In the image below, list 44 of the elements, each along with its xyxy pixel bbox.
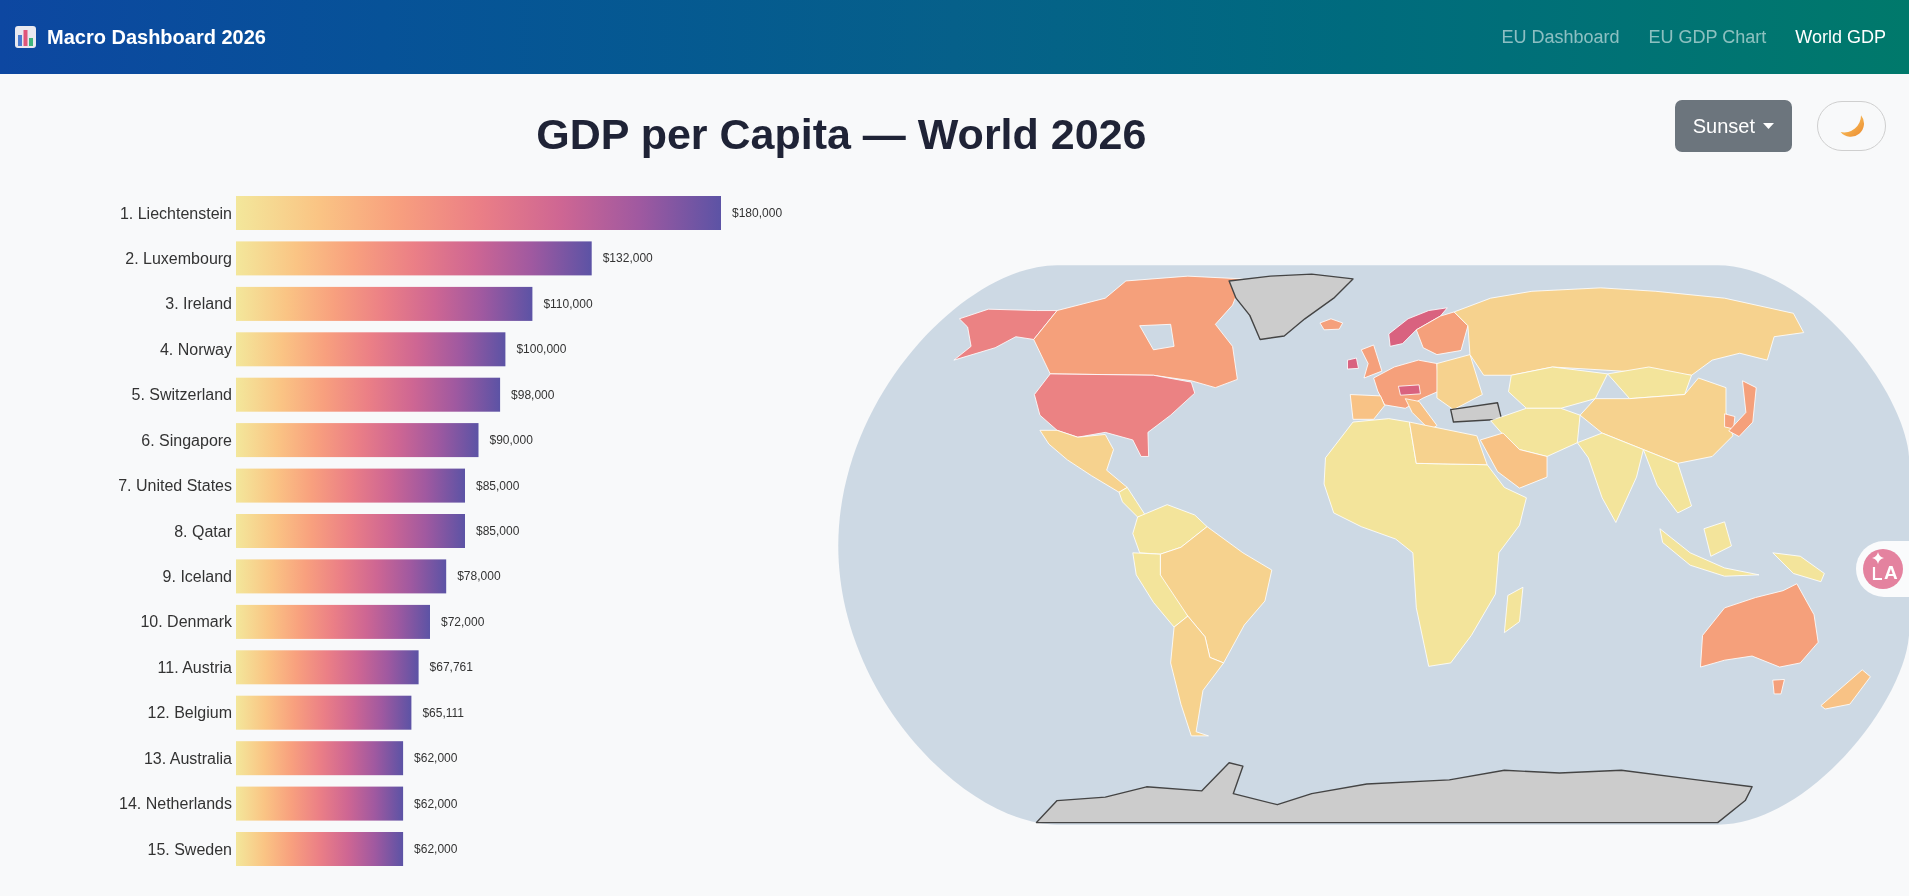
value-label: $72,000 xyxy=(441,614,485,629)
category-label: 5. Switzerland xyxy=(131,386,232,404)
bar-chart-icon xyxy=(15,26,36,48)
caret-icon xyxy=(1763,123,1774,129)
value-label: $62,000 xyxy=(414,751,458,766)
value-label: $132,000 xyxy=(602,251,653,266)
value-label: $85,000 xyxy=(476,524,520,538)
value-label: $98,000 xyxy=(511,387,555,402)
theme-toggle-button[interactable] xyxy=(1817,101,1886,151)
translate-button[interactable]: A xyxy=(1863,549,1903,589)
value-label: $78,000 xyxy=(457,569,501,584)
value-label: $180,000 xyxy=(732,206,783,220)
value-label: $62,000 xyxy=(414,842,458,856)
category-label: 7. United States xyxy=(118,477,232,495)
value-label: $110,000 xyxy=(543,296,593,311)
category-label: 2. Luxembourg xyxy=(125,249,232,267)
value-label: $62,000 xyxy=(414,796,458,811)
country-shape xyxy=(1388,307,1448,347)
brand-title[interactable]: Macro Dashboard 2026 xyxy=(47,22,266,52)
category-label: 11. Austria xyxy=(157,658,232,676)
sparkle-icon xyxy=(1872,552,1884,580)
country-shape xyxy=(1772,679,1785,695)
palette-dropdown[interactable]: Sunset xyxy=(1674,100,1792,152)
value-label: $67,761 xyxy=(429,660,473,675)
value-label: $85,000 xyxy=(476,478,520,493)
category-label: 1. Liechtenstein xyxy=(119,204,232,222)
category-label: 6. Singapore xyxy=(141,431,232,449)
nav-link[interactable]: EU GDP Chart xyxy=(1648,23,1767,51)
moon-icon xyxy=(1838,114,1865,138)
category-label: 9. Iceland xyxy=(162,567,232,585)
value-label: $90,000 xyxy=(489,433,533,448)
category-label: 13. Australia xyxy=(143,749,232,767)
value-label: $100,000 xyxy=(516,342,567,357)
nav-link[interactable]: EU Dashboard xyxy=(1501,23,1620,51)
category-label: 3. Ireland xyxy=(165,295,232,313)
nav-link[interactable]: World GDP xyxy=(1795,23,1886,51)
category-label: 4. Norway xyxy=(159,340,232,358)
category-label: 12. Belgium xyxy=(147,704,232,722)
page-title: GDP per Capita — World 2026 xyxy=(536,109,1147,160)
category-label: 15. Sweden xyxy=(147,840,232,858)
value-label: $65,111 xyxy=(422,705,464,720)
category-label: 14. Netherlands xyxy=(119,795,232,813)
category-label: 10. Denmark xyxy=(140,613,232,631)
category-label: 8. Qatar xyxy=(174,522,232,540)
